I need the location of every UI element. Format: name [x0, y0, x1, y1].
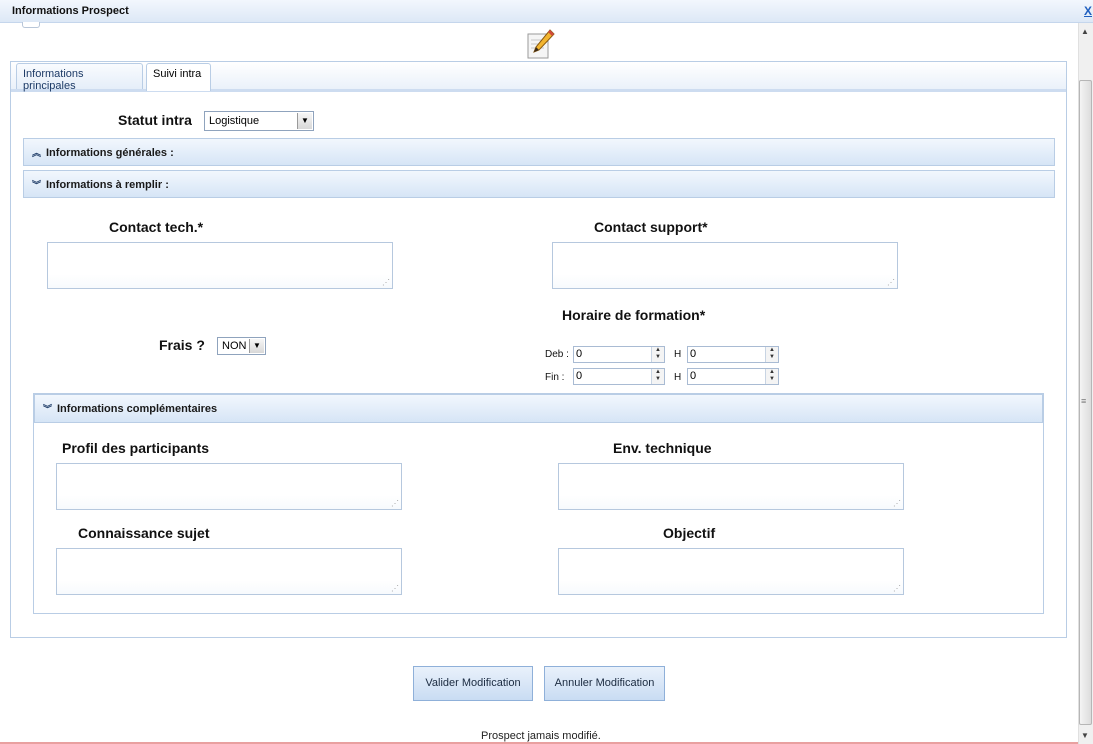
- cancel-button[interactable]: Annuler Modification: [544, 666, 665, 701]
- partial-checkbox[interactable]: [22, 22, 40, 28]
- chevron-down-icon: ▼: [249, 339, 264, 353]
- statut-intra-select[interactable]: Logistique ▼: [204, 111, 314, 131]
- validate-button[interactable]: Valider Modification: [413, 666, 533, 701]
- deb-end-spinner[interactable]: 0 ▲ ▼: [687, 346, 779, 363]
- spinner-arrows-icon[interactable]: ▲ ▼: [651, 369, 664, 384]
- tab-suivi-intra[interactable]: Suivi intra: [146, 63, 211, 91]
- scroll-down-icon[interactable]: ▼: [1081, 731, 1089, 740]
- env-technique-label: Env. technique: [613, 440, 712, 456]
- h-label: H: [674, 349, 682, 360]
- section-complementaires-title: Informations complémentaires: [57, 403, 218, 415]
- frais-label: Frais ?: [159, 337, 205, 353]
- pencil-paper-icon: [526, 28, 556, 60]
- scroll-up-icon[interactable]: ▲: [1081, 27, 1089, 36]
- fin-start-value: 0: [576, 370, 583, 382]
- fin-end-value: 0: [690, 370, 697, 382]
- section-informations-a-remplir[interactable]: ︾ Informations à remplir :: [23, 170, 1055, 198]
- contact-tech-label: Contact tech.*: [109, 219, 204, 235]
- chevron-down-icon: ︾: [43, 404, 53, 414]
- status-text: Prospect jamais modifié.: [481, 730, 601, 742]
- spinner-arrows-icon[interactable]: ▲ ▼: [765, 369, 778, 384]
- section-informations-generales[interactable]: ︽ Informations générales :: [23, 138, 1055, 166]
- objectif-field[interactable]: ⋰: [558, 548, 904, 595]
- frais-select[interactable]: NON ▼: [217, 337, 266, 355]
- section-remplir-title: Informations à remplir :: [46, 179, 169, 191]
- chevron-down-icon: ︾: [32, 180, 42, 190]
- window-title: Informations Prospect: [12, 5, 129, 17]
- h-label: H: [674, 372, 682, 383]
- deb-start-spinner[interactable]: 0 ▲ ▼: [573, 346, 665, 363]
- contact-support-field[interactable]: ⋰: [552, 242, 898, 289]
- resize-grip-icon[interactable]: ⋰: [382, 279, 390, 287]
- statut-intra-value: Logistique: [209, 115, 260, 127]
- env-technique-field[interactable]: ⋰: [558, 463, 904, 510]
- spinner-arrows-icon[interactable]: ▲ ▼: [765, 347, 778, 362]
- contact-tech-field[interactable]: ⋰: [47, 242, 393, 289]
- chevron-up-icon: ︽: [32, 148, 42, 158]
- resize-grip-icon[interactable]: ⋰: [887, 279, 895, 287]
- resize-grip-icon[interactable]: ⋰: [893, 585, 901, 593]
- title-bar: [0, 0, 1093, 23]
- statut-intra-label: Statut intra: [118, 112, 192, 128]
- connaissance-sujet-label: Connaissance sujet: [78, 525, 210, 541]
- fin-label: Fin :: [545, 372, 565, 383]
- deb-end-value: 0: [690, 348, 697, 360]
- chevron-down-icon: ▼: [297, 113, 312, 129]
- deb-label: Deb :: [545, 349, 569, 360]
- section-informations-complementaires[interactable]: ︾ Informations complémentaires: [34, 394, 1043, 423]
- resize-grip-icon[interactable]: ⋰: [391, 585, 399, 593]
- tab-informations-principales[interactable]: Informations principales: [16, 63, 143, 92]
- connaissance-sujet-field[interactable]: ⋰: [56, 548, 402, 595]
- scroll-grip-icon: ≡: [1081, 396, 1087, 406]
- fin-start-spinner[interactable]: 0 ▲ ▼: [573, 368, 665, 385]
- fin-end-spinner[interactable]: 0 ▲ ▼: [687, 368, 779, 385]
- objectif-label: Objectif: [663, 525, 716, 541]
- contact-support-label: Contact support*: [594, 219, 708, 235]
- deb-start-value: 0: [576, 348, 583, 360]
- section-generales-title: Informations générales :: [46, 147, 174, 159]
- resize-grip-icon[interactable]: ⋰: [893, 500, 901, 508]
- horaire-formation-label: Horaire de formation*: [562, 307, 706, 323]
- spinner-arrows-icon[interactable]: ▲ ▼: [651, 347, 664, 362]
- profil-participants-label: Profil des participants: [62, 440, 210, 456]
- close-button[interactable]: X: [1084, 4, 1092, 18]
- profil-participants-field[interactable]: ⋰: [56, 463, 402, 510]
- resize-grip-icon[interactable]: ⋰: [391, 500, 399, 508]
- frais-value: NON: [222, 340, 247, 352]
